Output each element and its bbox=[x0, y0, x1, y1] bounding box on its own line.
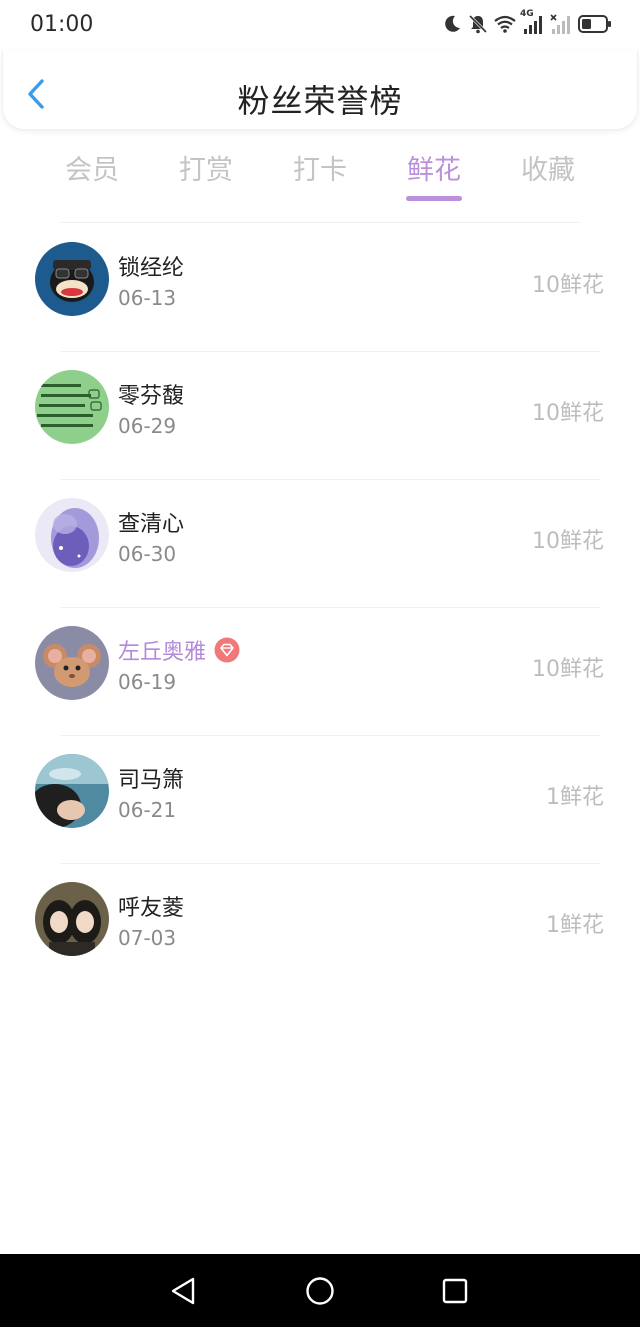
tab-flowers-label: 鲜花 bbox=[407, 155, 461, 186]
fan-name: 司马箫 bbox=[118, 768, 185, 793]
fan-name: 锁经纶 bbox=[118, 256, 185, 281]
wifi-icon bbox=[494, 15, 516, 33]
tab-flowers[interactable]: 鲜花 bbox=[377, 148, 491, 208]
tab-member[interactable]: 会员 bbox=[35, 148, 149, 208]
two-girls-avatar[interactable] bbox=[35, 882, 109, 956]
list-item[interactable]: 零芬馥 06-29 10鲜花 bbox=[0, 352, 640, 480]
flower-count: 10鲜花 bbox=[532, 401, 604, 426]
status-time: 01:00 bbox=[30, 12, 94, 37]
bell-off-icon bbox=[468, 14, 488, 34]
signal-icon: 4G bbox=[520, 9, 544, 34]
tab-active-indicator bbox=[406, 196, 462, 201]
nav-recents-button[interactable] bbox=[438, 1274, 472, 1308]
triangle-back-icon bbox=[171, 1277, 195, 1305]
fan-list: 锁经纶 06-13 10鲜花 零芬馥 06-29 10鲜花 查清心 06-30 … bbox=[0, 224, 640, 992]
fan-date: 06-29 bbox=[118, 414, 177, 438]
green-text-avatar[interactable] bbox=[35, 370, 109, 444]
flower-count: 10鲜花 bbox=[532, 529, 604, 554]
tab-favorites[interactable]: 收藏 bbox=[491, 148, 605, 208]
flower-count: 10鲜花 bbox=[532, 657, 604, 682]
list-item[interactable]: 锁经纶 06-13 10鲜花 bbox=[0, 224, 640, 352]
circle-home-icon bbox=[306, 1277, 334, 1305]
fan-date: 06-19 bbox=[118, 670, 177, 694]
tab-checkin[interactable]: 打卡 bbox=[263, 148, 377, 208]
fan-date: 07-03 bbox=[118, 926, 177, 950]
moon-icon bbox=[445, 15, 460, 32]
purple-blur-avatar[interactable] bbox=[35, 498, 109, 572]
person-photo-avatar[interactable] bbox=[35, 754, 109, 828]
fan-name-vip: 左丘奥雅 bbox=[118, 634, 240, 666]
square-recents-icon bbox=[442, 1278, 468, 1304]
list-item[interactable]: 司马箫 06-21 1鲜花 bbox=[0, 736, 640, 864]
fan-date: 06-30 bbox=[118, 542, 177, 566]
fan-name: 查清心 bbox=[118, 512, 185, 537]
tabs-divider bbox=[60, 222, 580, 223]
status-bar: 01:00 4G bbox=[0, 0, 640, 50]
list-item[interactable]: 呼友菱 07-03 1鲜花 bbox=[0, 864, 640, 992]
tab-bar: 会员 打赏 打卡 鲜花 收藏 bbox=[35, 148, 605, 208]
flower-count: 1鲜花 bbox=[546, 785, 604, 810]
list-item[interactable]: 左丘奥雅 06-19 10鲜花 bbox=[0, 608, 640, 736]
fan-date: 06-13 bbox=[118, 286, 177, 310]
header: 粉丝荣誉榜 bbox=[2, 50, 638, 130]
tab-reward[interactable]: 打赏 bbox=[149, 148, 263, 208]
battery-icon bbox=[578, 15, 611, 33]
fan-date: 06-21 bbox=[118, 798, 177, 822]
fan-name-text: 左丘奥雅 bbox=[118, 640, 207, 665]
flower-count: 10鲜花 bbox=[532, 273, 604, 298]
fan-name: 呼友菱 bbox=[118, 896, 185, 921]
nav-home-button[interactable] bbox=[303, 1274, 337, 1308]
page-title: 粉丝荣誉榜 bbox=[237, 82, 403, 120]
diamond-badge-icon bbox=[214, 637, 240, 663]
fan-name: 零芬馥 bbox=[118, 384, 185, 409]
monkey-cartoon-avatar[interactable] bbox=[35, 242, 109, 316]
signal-no-sim-icon bbox=[550, 14, 570, 34]
flower-count: 1鲜花 bbox=[546, 913, 604, 938]
list-item[interactable]: 查清心 06-30 10鲜花 bbox=[0, 480, 640, 608]
status-icons: 4G bbox=[442, 9, 612, 36]
cartoon-mouse-avatar[interactable] bbox=[35, 626, 109, 700]
nav-back-button[interactable] bbox=[166, 1274, 200, 1308]
system-nav-bar bbox=[0, 1254, 640, 1327]
